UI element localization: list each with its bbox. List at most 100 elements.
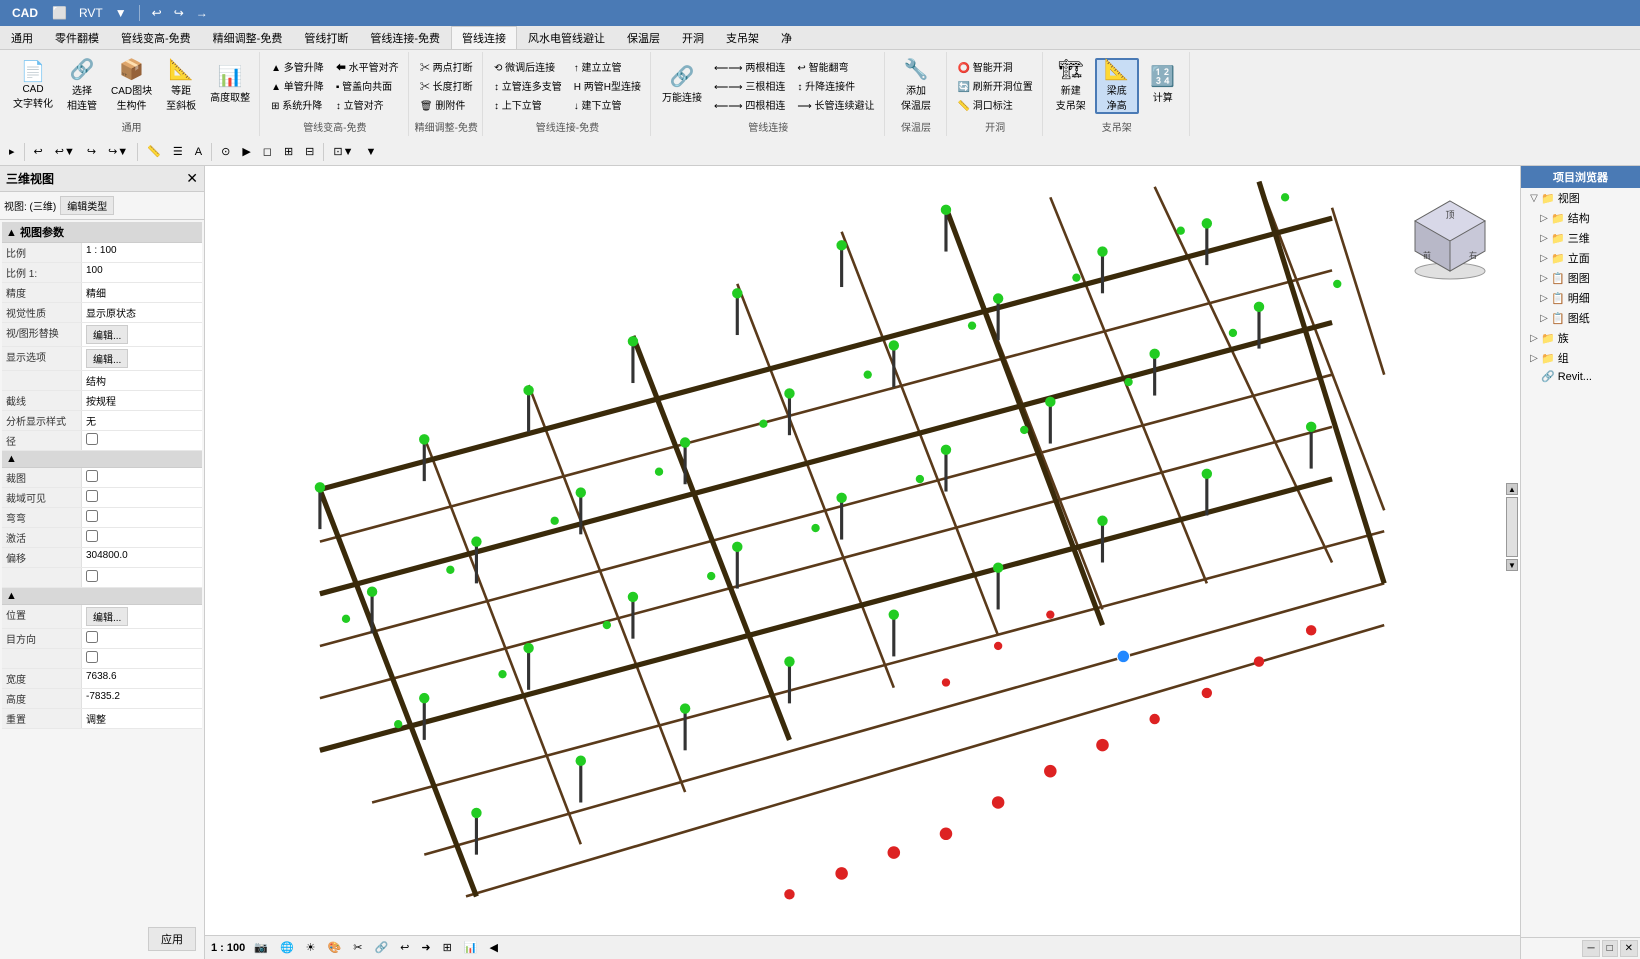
cropregion-checkbox[interactable] [86,490,98,502]
panel-minimize-btn[interactable]: ─ [1582,940,1599,957]
tb2-redo[interactable]: ↪ [82,142,101,161]
tree-3d[interactable]: ▷ 📁 三维 [1521,228,1640,248]
btn-cad-block[interactable]: 📦 CAD图块生构件 [106,58,157,114]
btn-micro-connect[interactable]: ⟲ 微调后连接 [489,58,567,76]
btn-3-connect[interactable]: ⟵⟶ 三根相连 [709,77,790,95]
tree-group[interactable]: ▷ 📁 组 [1521,348,1640,368]
panel-restore-btn[interactable]: □ [1602,940,1618,957]
status-chart-icon[interactable]: 📊 [461,941,481,954]
tb2-grid[interactable]: ⊞ [279,142,298,161]
tb2-copy[interactable]: ⊡▼ [328,142,358,161]
tree-revit-link[interactable]: 🔗 Revit... [1521,368,1640,385]
qa-btn-1[interactable]: ⬜ [48,4,71,22]
tb2-redo2[interactable]: ↪▼ [103,142,133,161]
btn-build-down-riser[interactable]: ↓ 建下立管 [569,96,646,114]
tab-opening[interactable]: 开洞 [671,26,715,49]
quick-access-toolbar[interactable]: CAD ⬜ RVT ▼ ↩ ↪ → [0,0,1640,26]
cropview-checkbox[interactable] [86,470,98,482]
btn-add-insulation[interactable]: 🔧 添加保温层 [894,58,938,114]
btn-pipe-coplanar[interactable]: ▪ 管盖向共面 [331,77,404,95]
tab-pipe-break[interactable]: 管线打断 [293,26,359,49]
status-globe-icon[interactable]: 🌐 [277,941,297,954]
tb2-select2[interactable]: ☰ [168,142,188,161]
tb2-select[interactable]: ▸ [4,142,20,161]
tree-floor-plan[interactable]: ▷ 📋 图图 [1521,268,1640,288]
position-edit-btn[interactable]: 编辑... [86,607,128,626]
tree-view-root[interactable]: ▽ 📁 视图 [1521,188,1640,208]
viewport-scroll[interactable]: ▲ ▼ [1506,483,1518,571]
btn-4-connect[interactable]: ⟵⟶ 四根相连 [709,96,790,114]
btn-smart-bend[interactable]: ↩ 智能翻弯 [792,58,879,76]
qa-undo[interactable]: ↩ [148,4,166,22]
tb2-arrow[interactable]: ▶ [237,142,255,161]
tb2-filter[interactable]: ⊟ [300,142,319,161]
scroll-down-btn[interactable]: ▼ [1506,559,1518,571]
qa-redo[interactable]: ↪ [170,4,188,22]
status-grid-icon[interactable]: ⊞ [440,941,455,954]
btn-cad-text[interactable]: 📄 CAD文字转化 [8,58,58,114]
btn-calculate[interactable]: 🔢 计算 [1141,58,1185,114]
btn-equidist[interactable]: 📐 等距至斜板 [159,58,203,114]
btn-horiz-align[interactable]: ⬅ 水平管对齐 [331,58,404,76]
tab-support[interactable]: 支吊架 [715,26,770,49]
panel-close-btn[interactable]: ✕ [1620,940,1638,957]
annotation-checkbox[interactable] [86,510,98,522]
btn-multi-rise[interactable]: ▲ 多管升降 [266,58,329,76]
status-sun-icon[interactable]: ☀ [303,941,319,954]
vg-edit-btn[interactable]: 编辑... [86,325,128,344]
status-arrow-icon[interactable]: ➜ [418,941,433,954]
btn-universal-connect[interactable]: 🔗 万能连接 [657,58,707,114]
tab-insulation[interactable]: 保温层 [616,26,671,49]
qa-btn-arrow[interactable]: ▼ [111,4,131,22]
btn-height-round[interactable]: 📊 高度取整 [205,58,255,114]
btn-two-pt-break[interactable]: ✂ 两点打断 [415,58,478,76]
tree-elevation[interactable]: ▷ 📁 立面 [1521,248,1640,268]
btn-smart-opening[interactable]: ⭕ 智能开洞 [953,58,1038,76]
tb2-A[interactable]: A [190,143,207,161]
btn-up-down-riser[interactable]: ↕ 上下立管 [489,96,567,114]
edit-type-btn[interactable]: 编辑类型 [60,196,114,215]
tb2-measure[interactable]: 📏 [142,142,166,161]
apply-button[interactable]: 应用 [148,927,196,951]
tab-pipe-connect-free[interactable]: 管线连接-免费 [359,26,451,49]
tab-net[interactable]: 净 [770,26,803,49]
section-range[interactable]: ▲ [2,451,202,468]
btn-riser-multi[interactable]: ↕ 立管连多支管 [489,77,567,95]
status-back-icon[interactable]: ◀ [487,941,501,954]
tree-struct[interactable]: ▷ 📁 结构 [1521,208,1640,228]
close-panel-btn[interactable]: ✕ [186,170,198,187]
tab-general[interactable]: 通用 [0,26,44,49]
tab-mep-avoid[interactable]: 风水电管线避让 [517,26,616,49]
btn-new-support[interactable]: 🏗 新建支吊架 [1049,58,1093,114]
prop-scale-value[interactable]: 1 : 100 [82,243,202,262]
btn-long-avoid[interactable]: ⟶ 长管连续避让 [792,96,879,114]
tab-pipe-connect[interactable]: 管线连接 [451,26,517,49]
display-edit-btn[interactable]: 编辑... [86,349,128,368]
tree-sheet[interactable]: ▷ 📋 图纸 [1521,308,1640,328]
tab-fine-adj[interactable]: 精细调整-免费 [202,26,294,49]
tree-family[interactable]: ▷ 📁 族 [1521,328,1640,348]
tb2-box[interactable]: ◻ [258,142,277,161]
view-cube[interactable]: 顶 前 右 [1400,186,1500,286]
qa-btn-2[interactable]: RVT [75,4,107,22]
btn-select-pipe[interactable]: 🔗 选择相连管 [60,58,104,114]
btn-2-connect[interactable]: ⟵⟶ 两根相连 [709,58,790,76]
btn-elev-connect[interactable]: ↕ 升降连接件 [792,77,879,95]
cb3-checkbox[interactable] [86,651,98,663]
btn-refresh-opening[interactable]: 🔄 刷新开洞位置 [953,77,1038,95]
btn-beam-clearance[interactable]: 📐 梁底净高 [1095,58,1139,114]
section-view-params[interactable]: ▲ 视图参数 [2,222,202,243]
tree-schedule[interactable]: ▷ 📋 明细 [1521,288,1640,308]
tb2-undo2[interactable]: ↩▼ [50,142,80,161]
status-crop-icon[interactable]: ✂ [350,941,365,954]
tab-pipe-elev[interactable]: 管线变高-免费 [110,26,202,49]
btn-del-fitting[interactable]: 🗑 删附件 [415,96,478,114]
status-camera-icon[interactable]: 📷 [251,941,271,954]
cb2-checkbox[interactable] [86,570,98,582]
prop-scale2-value[interactable]: 100 [82,263,202,282]
eye-dir-checkbox[interactable] [86,631,98,643]
scroll-up-btn[interactable]: ▲ [1506,483,1518,495]
status-chain-icon[interactable]: 🔗 [371,941,391,954]
section-camera[interactable]: ▲ [2,588,202,605]
status-undo-icon[interactable]: ↩ [397,941,412,954]
